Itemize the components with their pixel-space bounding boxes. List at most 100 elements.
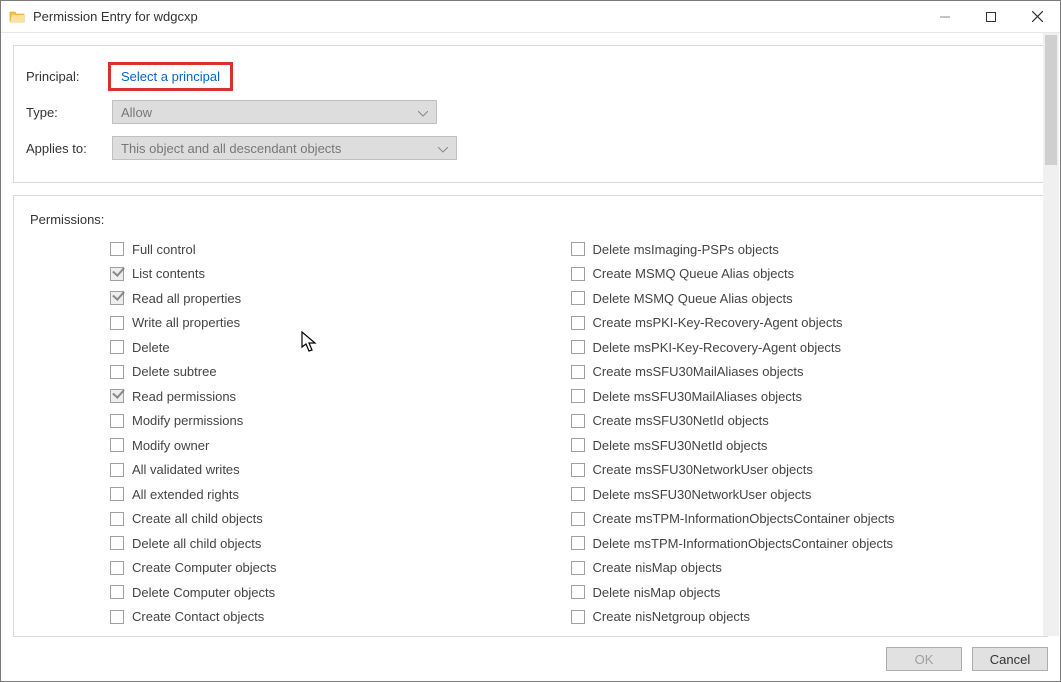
permission-checkbox[interactable] — [110, 340, 124, 354]
permission-item: Delete msPKI-Key-Recovery-Agent objects — [571, 335, 1032, 360]
permission-label: Create msTPM-InformationObjectsContainer… — [593, 511, 895, 526]
permission-checkbox[interactable] — [110, 389, 124, 403]
chevron-down-icon — [418, 105, 428, 120]
permission-label: Create msSFU30NetworkUser objects — [593, 462, 813, 477]
permission-checkbox[interactable] — [110, 512, 124, 526]
permission-label: Create nisNetgroup objects — [593, 609, 751, 624]
permission-label: Write all properties — [132, 315, 240, 330]
permission-checkbox[interactable] — [571, 536, 585, 550]
permission-checkbox[interactable] — [571, 414, 585, 428]
permission-checkbox[interactable] — [571, 340, 585, 354]
principal-panel: Principal: Select a principal Type: Allo… — [13, 45, 1048, 183]
type-row: Type: Allow — [26, 98, 1031, 126]
permission-checkbox[interactable] — [571, 512, 585, 526]
permission-label: Delete msSFU30NetworkUser objects — [593, 487, 812, 502]
permission-label: Create Contact objects — [132, 609, 264, 624]
permission-checkbox[interactable] — [110, 438, 124, 452]
permissions-grid: Full controlList contentsRead all proper… — [26, 237, 1031, 629]
applies-label: Applies to: — [26, 141, 106, 156]
type-select[interactable]: Allow — [112, 100, 437, 124]
permission-label: Delete all child objects — [132, 536, 261, 551]
permission-checkbox[interactable] — [110, 487, 124, 501]
permission-checkbox[interactable] — [110, 463, 124, 477]
cancel-button[interactable]: Cancel — [972, 647, 1048, 671]
permission-label: Create all child objects — [132, 511, 263, 526]
permission-checkbox[interactable] — [571, 389, 585, 403]
permission-item: Delete Computer objects — [110, 580, 571, 605]
permission-item: All validated writes — [110, 458, 571, 483]
permission-item: Create Computer objects — [110, 556, 571, 581]
permission-item: Modify owner — [110, 433, 571, 458]
permission-label: Modify permissions — [132, 413, 243, 428]
principal-row: Principal: Select a principal — [26, 62, 1031, 90]
permission-checkbox[interactable] — [110, 316, 124, 330]
ok-button[interactable]: OK — [886, 647, 962, 671]
applies-select[interactable]: This object and all descendant objects — [112, 136, 457, 160]
permission-label: Create msSFU30NetId objects — [593, 413, 769, 428]
permission-item: Delete msSFU30NetId objects — [571, 433, 1032, 458]
permission-checkbox[interactable] — [110, 242, 124, 256]
applies-value: This object and all descendant objects — [121, 141, 341, 156]
permission-checkbox[interactable] — [110, 291, 124, 305]
permission-label: Create Computer objects — [132, 560, 277, 575]
window-title: Permission Entry for wdgcxp — [33, 9, 922, 24]
principal-label: Principal: — [26, 69, 106, 84]
scrollbar[interactable] — [1043, 33, 1059, 636]
permission-item: All extended rights — [110, 482, 571, 507]
permission-item: Modify permissions — [110, 409, 571, 434]
permission-label: Full control — [132, 242, 196, 257]
permission-checkbox[interactable] — [571, 291, 585, 305]
permissions-label: Permissions: — [30, 212, 1031, 227]
permission-checkbox[interactable] — [110, 610, 124, 624]
permission-item: Create nisNetgroup objects — [571, 605, 1032, 630]
permission-label: Modify owner — [132, 438, 209, 453]
permission-checkbox[interactable] — [571, 585, 585, 599]
folder-icon — [9, 9, 25, 25]
permission-checkbox[interactable] — [110, 365, 124, 379]
permission-item: Write all properties — [110, 311, 571, 336]
permission-item: Delete subtree — [110, 360, 571, 385]
footer: OK Cancel — [1, 637, 1060, 681]
permission-item: Full control — [110, 237, 571, 262]
permission-checkbox[interactable] — [571, 610, 585, 624]
permission-label: Delete msImaging-PSPs objects — [593, 242, 779, 257]
permission-item: Create msPKI-Key-Recovery-Agent objects — [571, 311, 1032, 336]
permission-checkbox[interactable] — [571, 438, 585, 452]
permission-item: Create all child objects — [110, 507, 571, 532]
permission-item: Create msSFU30MailAliases objects — [571, 360, 1032, 385]
permission-item: Delete msSFU30MailAliases objects — [571, 384, 1032, 409]
type-label: Type: — [26, 105, 106, 120]
permission-checkbox[interactable] — [571, 316, 585, 330]
permission-item: Delete msTPM-InformationObjectsContainer… — [571, 531, 1032, 556]
permission-checkbox[interactable] — [571, 463, 585, 477]
permission-label: Read permissions — [132, 389, 236, 404]
permission-label: Delete MSMQ Queue Alias objects — [593, 291, 793, 306]
permission-item: Create msTPM-InformationObjectsContainer… — [571, 507, 1032, 532]
permission-checkbox[interactable] — [571, 267, 585, 281]
close-button[interactable] — [1014, 1, 1060, 32]
permission-checkbox[interactable] — [110, 267, 124, 281]
permission-checkbox[interactable] — [571, 242, 585, 256]
permission-checkbox[interactable] — [110, 561, 124, 575]
permissions-col-left: Full controlList contentsRead all proper… — [110, 237, 571, 629]
select-principal-link[interactable]: Select a principal — [108, 62, 233, 91]
minimize-button[interactable] — [922, 1, 968, 32]
permissions-col-right: Delete msImaging-PSPs objectsCreate MSMQ… — [571, 237, 1032, 629]
scrollbar-thumb[interactable] — [1045, 35, 1057, 165]
applies-row: Applies to: This object and all descenda… — [26, 134, 1031, 162]
permission-checkbox[interactable] — [571, 487, 585, 501]
permission-item: Read permissions — [110, 384, 571, 409]
maximize-button[interactable] — [968, 1, 1014, 32]
permission-checkbox[interactable] — [571, 365, 585, 379]
permission-item: Create Contact objects — [110, 605, 571, 630]
chevron-down-icon — [438, 141, 448, 156]
permission-checkbox[interactable] — [110, 536, 124, 550]
permission-item: List contents — [110, 262, 571, 287]
permission-label: All extended rights — [132, 487, 239, 502]
permission-item: Delete all child objects — [110, 531, 571, 556]
permission-item: Delete msSFU30NetworkUser objects — [571, 482, 1032, 507]
permission-checkbox[interactable] — [110, 414, 124, 428]
permission-checkbox[interactable] — [110, 585, 124, 599]
permission-checkbox[interactable] — [571, 561, 585, 575]
permission-label: Delete subtree — [132, 364, 217, 379]
